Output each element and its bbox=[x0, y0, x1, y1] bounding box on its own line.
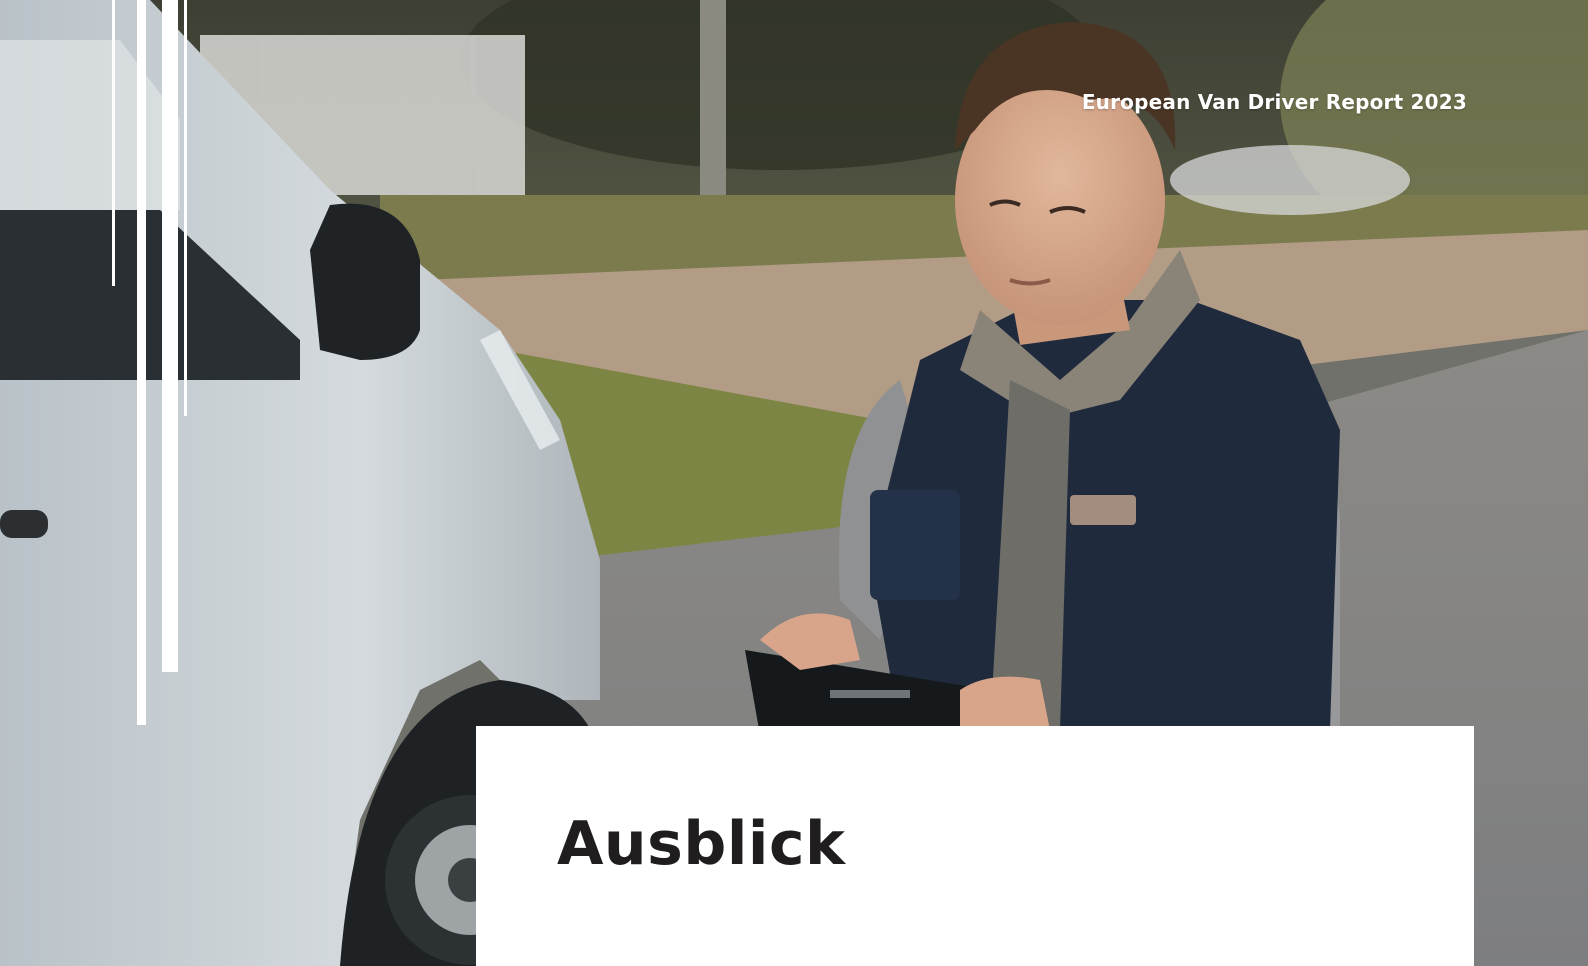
headline-card: Ausblick bbox=[476, 726, 1474, 966]
decorative-line bbox=[162, 0, 178, 672]
decorative-line bbox=[137, 0, 146, 725]
decorative-line bbox=[184, 0, 187, 416]
page-headline: Ausblick bbox=[557, 809, 846, 879]
report-title: European Van Driver Report 2023 bbox=[1081, 90, 1467, 114]
decorative-line bbox=[112, 0, 115, 286]
